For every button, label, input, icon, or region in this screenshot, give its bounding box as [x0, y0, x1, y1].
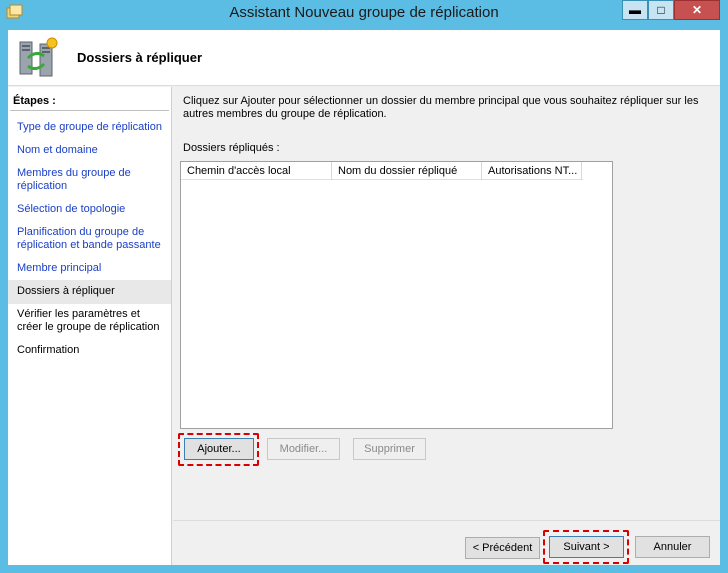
- step-review-create: Vérifier les paramètres et créer le grou…: [17, 308, 160, 333]
- modify-button[interactable]: Modifier...: [267, 438, 340, 460]
- step-confirmation: Confirmation: [17, 344, 80, 356]
- add-button[interactable]: Ajouter...: [184, 438, 254, 460]
- wizard-header: Dossiers à répliquer: [8, 30, 720, 86]
- step-members[interactable]: Membres du groupe de réplication: [8, 165, 171, 195]
- page-title: Dossiers à répliquer: [77, 50, 202, 65]
- step-type[interactable]: Type de groupe de réplication: [8, 119, 171, 136]
- delete-button[interactable]: Supprimer: [353, 438, 426, 460]
- main-panel: Cliquez sur Ajouter pour sélectionner un…: [173, 87, 720, 518]
- column-local-path[interactable]: Chemin d'accès local: [181, 162, 332, 180]
- column-nt-permissions[interactable]: Autorisations NT...: [482, 162, 582, 180]
- steps-divider: [10, 110, 169, 111]
- column-replicated-folder-name[interactable]: Nom du dossier répliqué: [332, 162, 482, 180]
- step-name-domain[interactable]: Nom et domaine: [8, 142, 171, 159]
- replicated-folders-label: Dossiers répliqués :: [183, 142, 280, 154]
- previous-button[interactable]: < Précédent: [465, 537, 540, 559]
- cancel-button[interactable]: Annuler: [635, 536, 710, 558]
- step-primary-member[interactable]: Membre principal: [8, 260, 171, 277]
- server-replication-icon: [19, 37, 58, 77]
- replicated-folders-list[interactable]: Chemin d'accès local Nom du dossier répl…: [180, 161, 613, 429]
- title-bar: Assistant Nouveau groupe de réplication …: [0, 0, 728, 26]
- steps-title: Étapes :: [13, 95, 56, 107]
- wizard-footer: < Précédent Suivant > Annuler: [173, 520, 720, 565]
- step-folders-current: Dossiers à répliquer: [8, 280, 171, 304]
- step-schedule-bandwidth[interactable]: Planification du groupe de réplication e…: [8, 224, 171, 254]
- minimize-button[interactable]: ▬: [622, 0, 648, 20]
- close-button[interactable]: ✕: [674, 0, 720, 20]
- instructions-text: Cliquez sur Ajouter pour sélectionner un…: [183, 95, 699, 120]
- window-title: Assistant Nouveau groupe de réplication: [229, 4, 499, 21]
- step-topology[interactable]: Sélection de topologie: [8, 201, 171, 218]
- list-header: Chemin d'accès local Nom du dossier répl…: [181, 162, 583, 180]
- wizard-client-area: Dossiers à répliquer Étapes : Type de gr…: [8, 30, 720, 565]
- steps-panel: Étapes : Type de groupe de réplication N…: [8, 87, 172, 565]
- maximize-button[interactable]: □: [648, 0, 674, 20]
- next-button[interactable]: Suivant >: [549, 536, 624, 558]
